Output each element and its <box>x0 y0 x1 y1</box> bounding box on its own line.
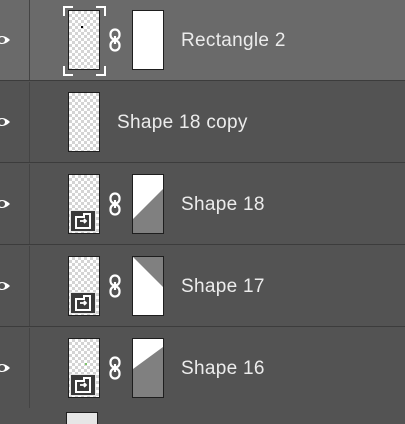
layer-thumbnail[interactable] <box>68 174 100 234</box>
layer-name[interactable]: Shape 18 copy <box>117 112 248 134</box>
content-dot <box>85 363 87 365</box>
smart-object-badge <box>70 210 96 232</box>
next-layer-row-partial <box>0 408 405 424</box>
chain-link-icon[interactable] <box>109 274 121 298</box>
eye-icon <box>0 364 10 372</box>
chain-link-icon[interactable] <box>109 28 121 52</box>
selection-corner-top-left <box>63 6 73 16</box>
mask-shape <box>133 347 163 397</box>
eye-icon <box>0 118 10 126</box>
layer-mask-thumbnail[interactable] <box>132 338 164 398</box>
next-layer-thumbnail-partial <box>66 412 98 424</box>
layer-mask-thumbnail[interactable] <box>132 174 164 234</box>
content-dot <box>81 26 83 28</box>
layer-row-rectangle-2[interactable]: Rectangle 2 <box>0 0 405 81</box>
layer-mask-thumbnail[interactable] <box>132 10 164 70</box>
layer-thumbnail[interactable] <box>68 338 100 398</box>
mask-shape <box>133 257 163 315</box>
layer-row-shape-16[interactable]: Shape 16 <box>0 328 405 409</box>
eye-icon <box>0 282 10 290</box>
layer-thumbnail[interactable] <box>68 92 100 152</box>
visibility-toggle[interactable] <box>0 164 30 244</box>
selection-corner-top-right <box>96 6 106 16</box>
layer-mask-thumbnail[interactable] <box>132 256 164 316</box>
chain-link-icon[interactable] <box>109 192 121 216</box>
layer-thumbnail[interactable] <box>68 256 100 316</box>
smart-object-icon <box>75 295 91 311</box>
mask-shape <box>133 189 163 233</box>
smart-object-badge <box>70 374 96 396</box>
layer-name[interactable]: Shape 17 <box>181 276 265 298</box>
smart-object-badge <box>70 292 96 314</box>
layer-name[interactable]: Shape 18 <box>181 194 265 216</box>
layer-row-shape-17[interactable]: Shape 17 <box>0 246 405 327</box>
smart-object-icon <box>75 213 91 229</box>
layer-thumbnail[interactable] <box>68 10 100 70</box>
selection-corner-bottom-left <box>63 66 73 76</box>
smart-object-icon <box>75 377 91 393</box>
visibility-toggle[interactable] <box>0 0 30 80</box>
layer-row-shape-18[interactable]: Shape 18 <box>0 164 405 245</box>
layer-name[interactable]: Shape 16 <box>181 358 265 380</box>
visibility-toggle[interactable] <box>0 246 30 326</box>
visibility-toggle[interactable] <box>0 82 30 162</box>
layer-name[interactable]: Rectangle 2 <box>181 30 286 52</box>
chain-link-icon[interactable] <box>109 356 121 380</box>
layer-row-shape-18-copy[interactable]: Shape 18 copy <box>0 82 405 163</box>
layers-panel: Rectangle 2 Shape 18 copy Shape 18 Shape… <box>0 0 405 424</box>
visibility-toggle[interactable] <box>0 328 30 408</box>
eye-icon <box>0 200 10 208</box>
eye-icon <box>0 36 10 44</box>
selection-corner-bottom-right <box>96 66 106 76</box>
